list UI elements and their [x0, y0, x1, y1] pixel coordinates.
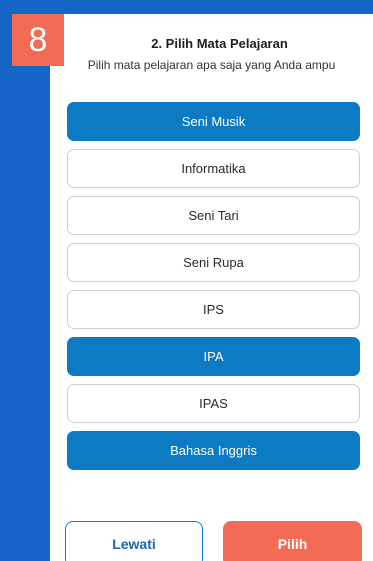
top-strip	[0, 0, 373, 14]
subject-option-bahasa-inggris[interactable]: Bahasa Inggris	[67, 431, 360, 470]
subject-option-informatika[interactable]: Informatika	[67, 149, 360, 188]
page-subtitle: Pilih mata pelajaran apa saja yang Anda …	[87, 58, 336, 72]
subject-option-seni-rupa[interactable]: Seni Rupa	[67, 243, 360, 282]
skip-button[interactable]: Lewati	[65, 521, 203, 561]
subject-option-ips[interactable]: IPS	[67, 290, 360, 329]
choose-button[interactable]: Pilih	[223, 521, 362, 561]
page-title: 2. Pilih Mata Pelajaran	[151, 36, 288, 51]
subject-option-seni-musik[interactable]: Seni Musik	[67, 102, 360, 141]
subject-option-ipas[interactable]: IPAS	[67, 384, 360, 423]
subject-list: Seni Musik Informatika Seni Tari Seni Ru…	[67, 102, 360, 478]
subject-option-ipa[interactable]: IPA	[67, 337, 360, 376]
subject-option-seni-tari[interactable]: Seni Tari	[67, 196, 360, 235]
step-number-badge: 8	[12, 14, 64, 66]
